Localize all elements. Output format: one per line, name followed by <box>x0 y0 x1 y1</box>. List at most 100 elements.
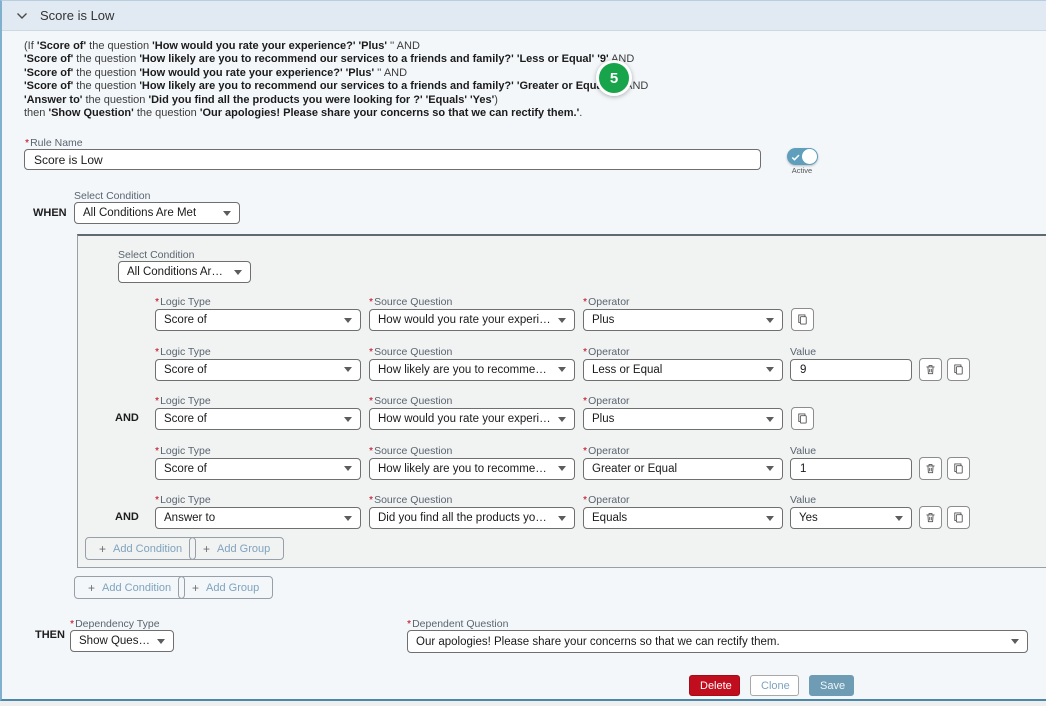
when-label: WHEN <box>33 207 67 219</box>
chevron-down-icon <box>344 367 352 372</box>
operator-label: *Operator <box>583 346 783 358</box>
group-add-condition-button[interactable]: +Add Condition <box>85 537 196 560</box>
copy-condition-button[interactable] <box>947 358 970 381</box>
group-select-condition-dropdown[interactable]: All Conditions Are Met <box>118 261 251 283</box>
source-question-dropdown[interactable]: How likely are you to recommend our se..… <box>369 359 575 381</box>
copy-icon <box>796 313 809 326</box>
chevron-down-icon <box>766 417 774 422</box>
delete-condition-button[interactable] <box>919 506 942 529</box>
operator-label: *Operator <box>583 494 783 506</box>
condition-row: AND *Logic Type Answer to *Source Questi… <box>78 494 1046 530</box>
active-toggle[interactable]: Active <box>785 148 819 175</box>
value-field: Value <box>790 445 912 480</box>
logic-type-label: *Logic Type <box>155 445 361 457</box>
copy-condition-button[interactable] <box>791 308 814 331</box>
condition-row: AND *Logic Type Score of *Source Questio… <box>78 395 1046 431</box>
operator-field: *Operator Plus <box>583 296 783 331</box>
logic-type-dropdown[interactable]: Score of <box>155 359 361 381</box>
value-label: Value <box>790 494 912 506</box>
logic-type-field: *Logic Type Score of <box>155 395 361 430</box>
value-input[interactable] <box>790 458 912 480</box>
operator-label: *Operator <box>583 445 783 457</box>
source-question-dropdown[interactable]: Did you find all the products you were l… <box>369 507 575 529</box>
logic-type-label: *Logic Type <box>155 346 361 358</box>
value-input[interactable] <box>790 359 912 381</box>
value-dropdown[interactable]: Yes <box>790 507 912 529</box>
chevron-down-icon <box>558 516 566 521</box>
operator-label: *Operator <box>583 296 783 308</box>
plus-icon: + <box>88 581 95 595</box>
operator-dropdown[interactable]: Less or Equal <box>583 359 783 381</box>
logic-type-label: *Logic Type <box>155 494 361 506</box>
operator-field: *Operator Less or Equal <box>583 346 783 381</box>
group-add-group-button[interactable]: +Add Group <box>189 537 284 560</box>
clone-button[interactable]: Clone <box>750 675 799 696</box>
chevron-down-icon <box>1011 639 1019 644</box>
source-question-field: *Source Question How would you rate your… <box>369 395 575 430</box>
copy-icon <box>796 412 809 425</box>
dependency-type-dropdown[interactable]: Show Question <box>70 630 174 652</box>
chevron-down-icon <box>558 417 566 422</box>
logic-type-dropdown[interactable]: Score of <box>155 458 361 480</box>
chevron-down-icon <box>766 516 774 521</box>
operator-dropdown[interactable]: Equals <box>583 507 783 529</box>
trash-icon <box>924 462 937 475</box>
source-question-dropdown[interactable]: How would you rate your experience? <box>369 408 575 430</box>
source-question-field: *Source Question Did you find all the pr… <box>369 494 575 529</box>
logic-type-dropdown[interactable]: Score of <box>155 309 361 331</box>
operator-field: *Operator Plus <box>583 395 783 430</box>
chevron-down-icon <box>344 466 352 471</box>
chevron-down-icon <box>766 318 774 323</box>
rule-name-input[interactable] <box>24 149 761 170</box>
add-group-button[interactable]: +Add Group <box>178 576 273 599</box>
add-condition-button[interactable]: +Add Condition <box>74 576 185 599</box>
source-question-label: *Source Question <box>369 395 575 407</box>
logic-type-field: *Logic Type Score of <box>155 445 361 480</box>
operator-label: *Operator <box>583 395 783 407</box>
delete-button[interactable]: Delete <box>689 675 740 696</box>
logic-type-label: *Logic Type <box>155 296 361 308</box>
save-button[interactable]: Save <box>809 675 854 696</box>
logic-type-field: *Logic Type Score of <box>155 296 361 331</box>
copy-condition-button[interactable] <box>947 506 970 529</box>
select-condition-label: Select Condition <box>74 190 150 202</box>
source-question-field: *Source Question How likely are you to r… <box>369 445 575 480</box>
step-badge: 5 <box>596 60 632 96</box>
copy-icon <box>952 511 965 524</box>
source-question-dropdown[interactable]: How would you rate your experience? <box>369 309 575 331</box>
delete-condition-button[interactable] <box>919 457 942 480</box>
chevron-down-icon <box>558 367 566 372</box>
source-question-dropdown[interactable]: How likely are you to recommend our se..… <box>369 458 575 480</box>
condition-group: Select Condition All Conditions Are Met … <box>77 234 1046 568</box>
dependent-question-dropdown[interactable]: Our apologies! Please share your concern… <box>407 630 1028 653</box>
copy-condition-button[interactable] <box>947 457 970 480</box>
rule-name-label: *Rule Name <box>25 137 83 149</box>
operator-dropdown[interactable]: Plus <box>583 408 783 430</box>
chevron-down-icon <box>223 211 231 216</box>
rule-summary: (If 'Score of' the question 'How would y… <box>24 40 648 120</box>
source-question-label: *Source Question <box>369 296 575 308</box>
select-condition-dropdown[interactable]: All Conditions Are Met <box>74 202 240 224</box>
toggle-on-icon <box>787 148 818 165</box>
chevron-down-icon <box>157 639 165 644</box>
logic-type-dropdown[interactable]: Answer to <box>155 507 361 529</box>
operator-dropdown[interactable]: Greater or Equal <box>583 458 783 480</box>
source-question-field: *Source Question How would you rate your… <box>369 296 575 331</box>
copy-condition-button[interactable] <box>791 407 814 430</box>
source-question-label: *Source Question <box>369 494 575 506</box>
delete-condition-button[interactable] <box>919 358 942 381</box>
trash-icon <box>924 363 937 376</box>
value-field: Value <box>790 346 912 381</box>
group-select-condition-label: Select Condition <box>118 249 194 261</box>
operator-dropdown[interactable]: Plus <box>583 309 783 331</box>
plus-icon: + <box>203 542 210 556</box>
chevron-down-icon <box>895 516 903 521</box>
condition-row: *Logic Type Score of *Source Question Ho… <box>78 445 1046 481</box>
collapse-chevron-icon[interactable] <box>14 10 30 22</box>
active-toggle-label: Active <box>785 166 819 175</box>
condition-connector: AND <box>115 412 147 424</box>
logic-type-dropdown[interactable]: Score of <box>155 408 361 430</box>
chevron-down-icon <box>766 367 774 372</box>
chevron-down-icon <box>234 270 242 275</box>
operator-field: *Operator Greater or Equal <box>583 445 783 480</box>
